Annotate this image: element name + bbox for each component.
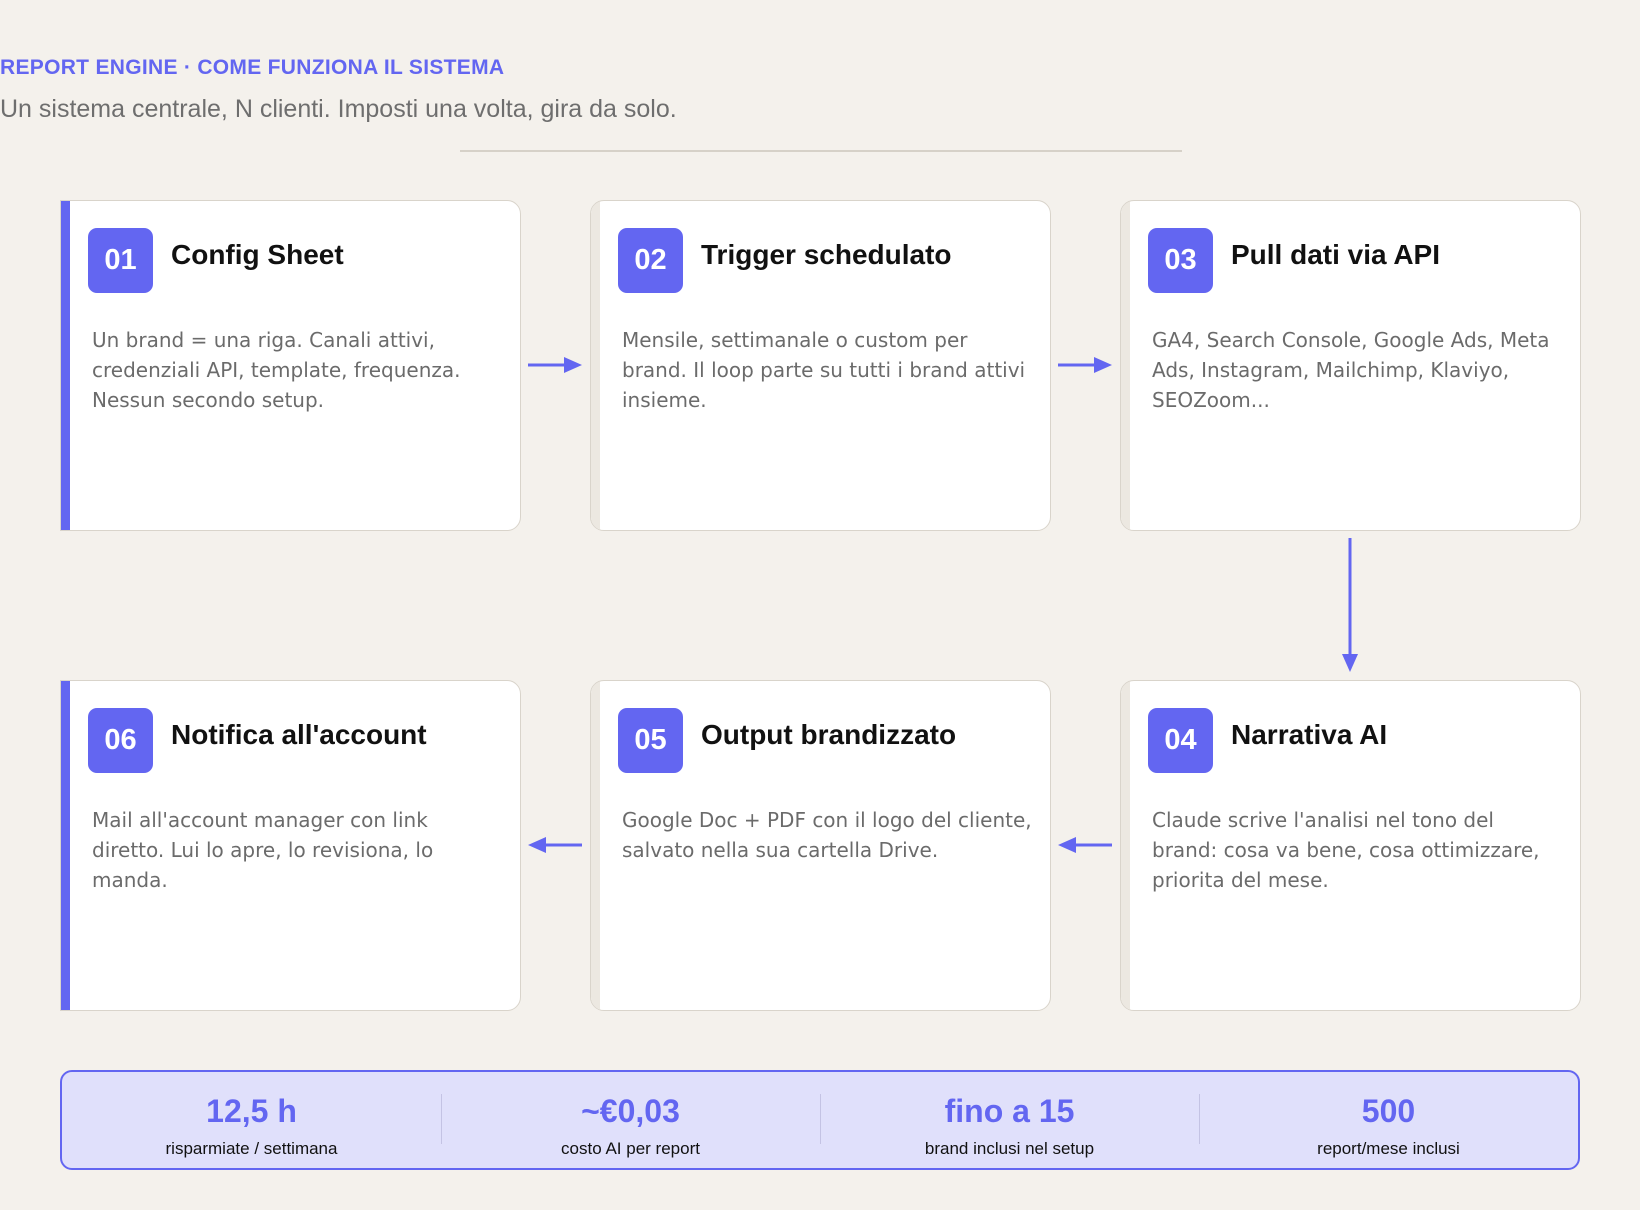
arrow-right-icon [526,353,584,377]
step-card-output: 05 Output brandizzato Google Doc + PDF c… [590,680,1051,1011]
stat-label: report/mese inclusi [1317,1139,1460,1158]
card-accent-bar [591,201,600,530]
arrow-right-icon [1056,353,1114,377]
stat-ai-cost: ~€0,03 costo AI per report [441,1072,820,1168]
step-card-narrativa-ai: 04 Narrativa AI Claude scrive l'analisi … [1120,680,1581,1011]
step-title: Trigger schedulato [701,239,952,270]
stat-value: 12,5 h [206,1093,297,1129]
step-number-badge: 06 [88,708,153,773]
stat-label: risparmiate / settimana [165,1139,338,1158]
card-accent-bar [1121,681,1130,1010]
step-title: Pull dati via API [1231,239,1441,270]
step-card-pull-api: 03 Pull dati via API GA4, Search Console… [1120,200,1581,531]
stat-value: ~€0,03 [581,1093,680,1129]
step-title: Config Sheet [171,239,344,270]
stat-value: fino a 15 [944,1093,1075,1129]
header-divider [460,150,1182,152]
stat-reports-included: 500 report/mese inclusi [1199,1072,1578,1168]
step-description: Mail all'account manager con link dirett… [92,808,434,892]
card-accent-bar [61,201,70,530]
stats-bar: 12,5 h risparmiate / settimana ~€0,03 co… [60,1070,1580,1170]
stat-value: 500 [1361,1093,1416,1129]
step-description: Mensile, settimanale o custom per brand.… [622,328,1026,412]
step-card-notifica: 06 Notifica all'account Mail all'account… [60,680,521,1011]
step-number-badge: 03 [1148,228,1213,293]
step-description: Claude scrive l'analisi nel tono del bra… [1152,808,1540,892]
step-number-badge: 01 [88,228,153,293]
step-number-badge: 04 [1148,708,1213,773]
step-title: Narrativa AI [1231,719,1388,750]
stat-label: costo AI per report [561,1139,700,1158]
step-number-badge: 02 [618,228,683,293]
card-accent-bar [61,681,70,1010]
card-accent-bar [1121,201,1130,530]
step-title: Output brandizzato [701,719,957,750]
page-eyebrow: REPORT ENGINE · COME FUNZIONA IL SISTEMA [0,56,505,79]
arrow-down-icon [1338,538,1362,674]
card-accent-bar [591,681,600,1010]
stat-brands-included: fino a 15 brand inclusi nel setup [820,1072,1199,1168]
page-subtitle: Un sistema centrale, N clienti. Imposti … [0,95,677,123]
step-card-trigger: 02 Trigger schedulato Mensile, settimana… [590,200,1051,531]
arrow-left-icon [1056,833,1114,857]
step-number-badge: 05 [618,708,683,773]
step-description: GA4, Search Console, Google Ads, Meta Ad… [1152,328,1550,412]
step-description: Google Doc + PDF con il logo del cliente… [622,808,1032,862]
arrow-left-icon [526,833,584,857]
step-description: Un brand = una riga. Canali attivi, cred… [92,328,461,412]
stat-hours-saved: 12,5 h risparmiate / settimana [62,1072,441,1168]
stat-label: brand inclusi nel setup [924,1139,1095,1158]
step-title: Notifica all'account [171,719,427,750]
step-card-config-sheet: 01 Config Sheet Un brand = una riga. Can… [60,200,521,531]
